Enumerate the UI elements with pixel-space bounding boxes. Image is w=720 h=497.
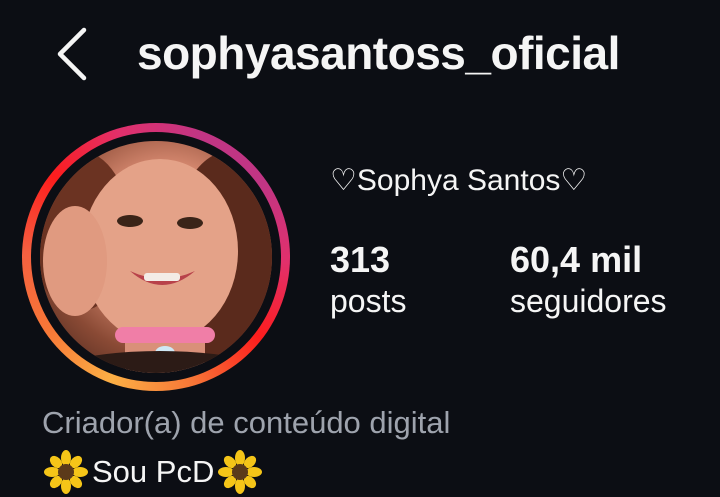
- profile-bio: Sou PcD: [44, 450, 263, 494]
- posts-label: posts: [330, 282, 407, 319]
- stat-posts[interactable]: 313 posts: [330, 240, 406, 320]
- followers-label: seguidores: [510, 282, 667, 319]
- posts-count: 313: [330, 239, 391, 280]
- back-button[interactable]: [50, 24, 98, 84]
- chevron-left-icon: [57, 27, 87, 81]
- profile-display-name: ♡Sophya Santos♡: [330, 164, 588, 197]
- profile-username: sophyasantoss_oficial: [137, 27, 620, 79]
- bio-text: Sou PcD: [92, 454, 215, 489]
- avatar[interactable]: [40, 141, 272, 373]
- avatar-photo: [40, 151, 272, 373]
- profile-category: Criador(a) de conteúdo digital: [42, 405, 451, 440]
- story-ring[interactable]: [22, 123, 290, 391]
- stat-followers[interactable]: 60,4 mil seguidores: [510, 240, 667, 320]
- followers-count: 60,4 mil: [510, 239, 643, 280]
- sunflower-icon: [44, 450, 88, 494]
- sunflower-icon: [218, 450, 263, 494]
